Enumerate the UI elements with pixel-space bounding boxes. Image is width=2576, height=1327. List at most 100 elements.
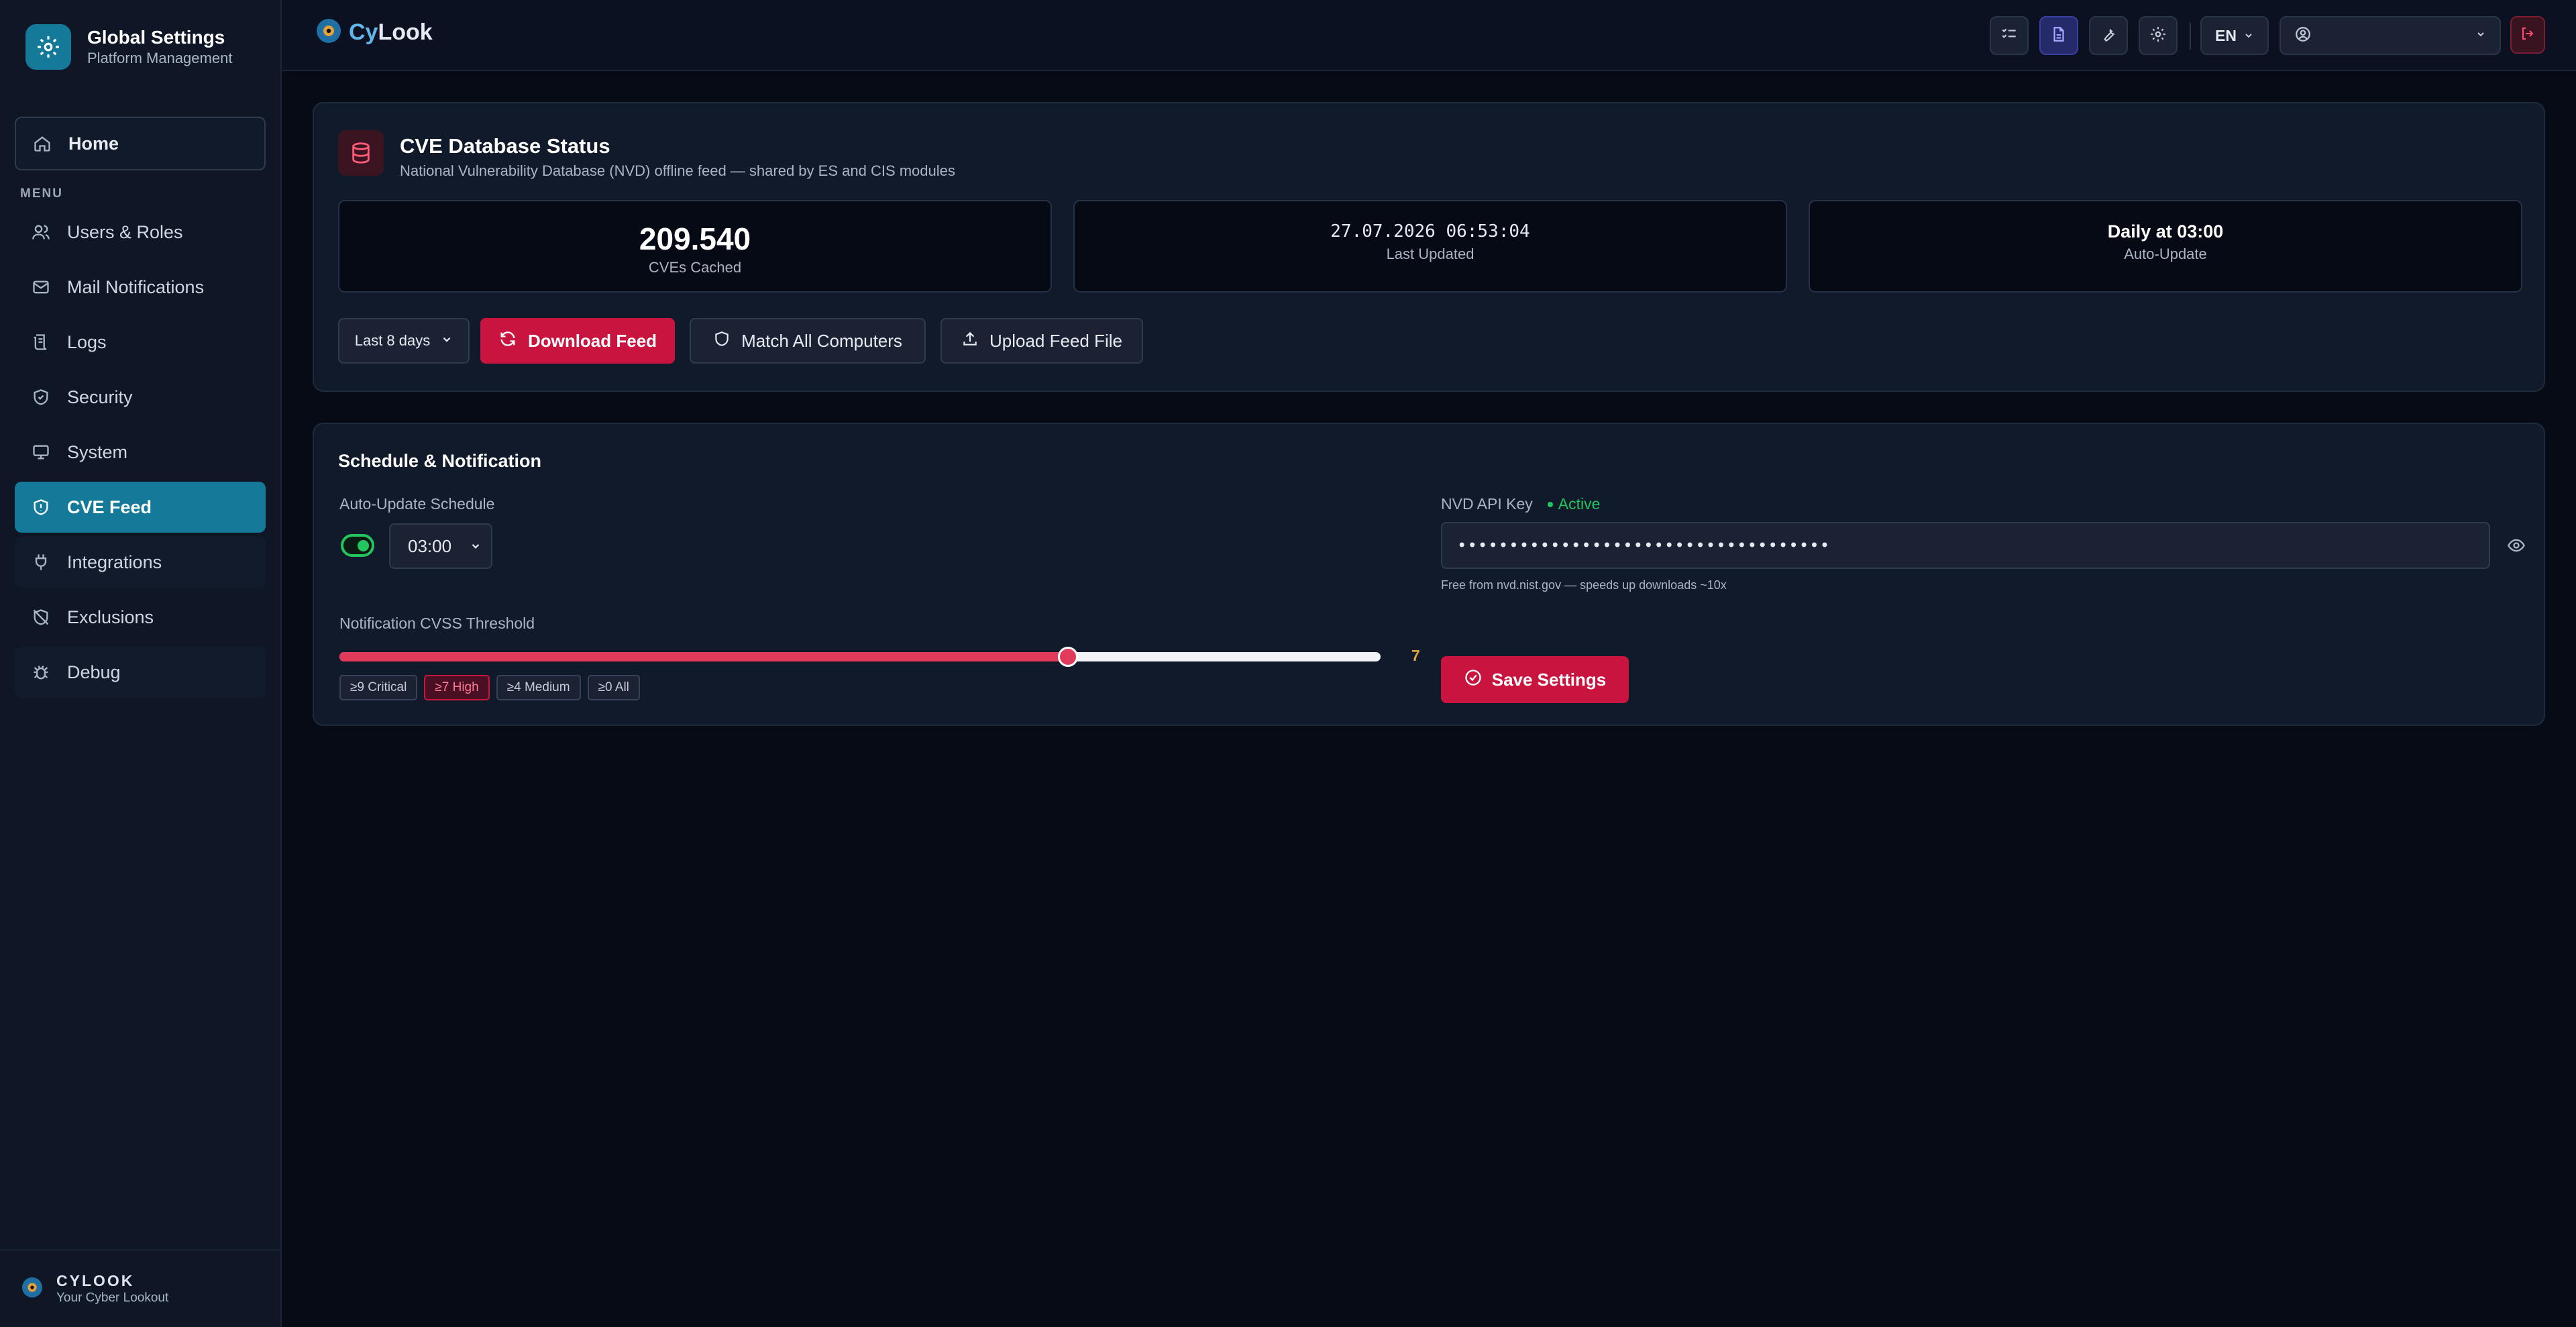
sidebar-item-label: Users & Roles xyxy=(67,221,183,242)
checklist-icon xyxy=(2000,25,2018,46)
sidebar-item-label: Exclusions xyxy=(67,606,154,627)
schedule-time-select[interactable]: 03:00 xyxy=(389,523,492,569)
app-logo-text: CyLook xyxy=(349,19,433,46)
download-feed-label: Download Feed xyxy=(527,330,657,351)
cylook-logo-icon xyxy=(313,15,345,50)
sidebar-item-cve-feed[interactable]: CVE Feed xyxy=(15,482,266,533)
preset-critical-button[interactable]: ≥9 Critical xyxy=(339,675,418,700)
language-select[interactable]: EN xyxy=(2200,16,2269,55)
sidebar-item-users-roles[interactable]: Users & Roles xyxy=(15,207,266,258)
nvd-api-key-label: NVD API Key xyxy=(1441,495,1533,513)
match-all-computers-label: Match All Computers xyxy=(741,330,902,351)
stat-label: Last Updated xyxy=(1386,246,1474,262)
shield-icon xyxy=(713,330,731,352)
topbar: CyLook EN xyxy=(282,0,2576,71)
refresh-icon xyxy=(498,329,517,353)
save-settings-button[interactable]: Save Settings xyxy=(1441,656,1629,703)
logo-text-cy: Cy xyxy=(349,19,378,45)
upload-feed-file-label: Upload Feed File xyxy=(989,330,1122,351)
preset-high-button[interactable]: ≥7 High xyxy=(424,675,490,700)
chevron-down-icon xyxy=(470,536,482,557)
logo-text-look: Look xyxy=(378,19,433,45)
shield-off-icon xyxy=(31,607,51,627)
status-dot-icon xyxy=(1547,501,1553,507)
cylook-logo-icon xyxy=(19,1274,46,1304)
cvss-threshold-slider-fill xyxy=(339,652,1069,661)
app-logo[interactable]: CyLook xyxy=(313,15,433,50)
bug-icon xyxy=(31,662,51,682)
stat-last-updated: 27.07.2026 06:53:04 Last Updated xyxy=(1073,200,1787,293)
document-icon xyxy=(2050,25,2068,46)
eye-icon[interactable] xyxy=(2505,535,2528,555)
user-menu-select[interactable] xyxy=(2279,16,2501,55)
home-icon xyxy=(32,134,52,154)
auto-update-toggle[interactable] xyxy=(341,534,374,557)
menu-section-label: MENU xyxy=(20,187,63,201)
sidebar-item-mail-notifications[interactable]: Mail Notifications xyxy=(15,262,266,313)
save-settings-label: Save Settings xyxy=(1491,669,1607,690)
language-value: EN xyxy=(2215,26,2237,44)
cvss-threshold-slider-thumb[interactable] xyxy=(1058,647,1079,667)
wrench-icon xyxy=(2100,25,2117,46)
card-title: Schedule & Notification xyxy=(338,451,542,471)
mail-icon xyxy=(31,277,51,297)
sidebar-footer-subtitle: Your Cyber Lookout xyxy=(56,1291,169,1305)
stat-label: Auto-Update xyxy=(2124,246,2207,262)
logout-button[interactable] xyxy=(2510,16,2545,54)
range-select-value: Last 8 days xyxy=(354,332,431,349)
sidebar-item-label: System xyxy=(67,441,128,462)
sidebar-item-label: Debug xyxy=(67,661,121,682)
monitor-icon xyxy=(31,442,51,462)
shield-icon xyxy=(31,387,51,407)
range-select[interactable]: Last 8 days xyxy=(338,318,470,364)
settings-button[interactable] xyxy=(2139,16,2178,55)
sidebar-item-label: Mail Notifications xyxy=(67,276,205,297)
tools-button[interactable] xyxy=(2089,16,2128,55)
sidebar-brand-title: Global Settings xyxy=(87,27,225,48)
sidebar-footer: CYLOOK Your Cyber Lookout xyxy=(0,1249,280,1327)
nvd-api-key-input[interactable] xyxy=(1441,522,2490,569)
sidebar-item-security[interactable]: Security xyxy=(15,372,266,423)
gear-icon xyxy=(25,24,71,70)
upload-feed-file-button[interactable]: Upload Feed File xyxy=(941,318,1143,364)
sidebar-item-home[interactable]: Home xyxy=(15,117,266,170)
stat-cves-cached: 209.540 CVEs Cached xyxy=(338,200,1052,293)
cvss-presets: ≥9 Critical ≥7 High ≥4 Medium ≥0 All xyxy=(339,675,640,700)
chevron-down-icon xyxy=(441,332,453,350)
cvss-threshold-label: Notification CVSS Threshold xyxy=(339,615,535,632)
cvss-threshold-slider-track[interactable] xyxy=(339,652,1381,661)
download-feed-button[interactable]: Download Feed xyxy=(480,318,675,364)
sidebar-footer-title: CYLOOK xyxy=(56,1272,135,1289)
upload-icon xyxy=(961,330,979,352)
sidebar-item-logs[interactable]: Logs xyxy=(15,317,266,368)
cvss-threshold-value: 7 xyxy=(1411,647,1420,664)
schedule-time-value: 03:00 xyxy=(408,535,452,556)
cve-database-status-card: CVE Database Status National Vulnerabili… xyxy=(313,102,2545,392)
api-key-help-text: Free from nvd.nist.gov — speeds up downl… xyxy=(1441,578,1727,592)
stat-value: 209.540 xyxy=(639,221,751,256)
sidebar-item-label: Logs xyxy=(67,331,107,352)
check-circle-icon xyxy=(1464,668,1483,692)
sidebar-brand-subtitle: Platform Management xyxy=(87,50,233,66)
sidebar-item-label: Security xyxy=(67,386,133,407)
sidebar-item-exclusions[interactable]: Exclusions xyxy=(15,592,266,643)
schedule-notification-card: Schedule & Notification Auto-Update Sche… xyxy=(313,423,2545,726)
sidebar-item-system[interactable]: System xyxy=(15,427,266,478)
api-key-status-badge: Active xyxy=(1547,495,1600,513)
stat-value: 27.07.2026 06:53:04 xyxy=(1330,221,1530,242)
stat-label: CVEs Cached xyxy=(648,259,742,276)
document-button[interactable] xyxy=(2039,16,2078,55)
preset-all-button[interactable]: ≥0 All xyxy=(587,675,640,700)
sidebar-item-debug[interactable]: Debug xyxy=(15,647,266,698)
logs-icon xyxy=(31,332,51,352)
chevron-down-icon xyxy=(2243,27,2254,45)
database-icon xyxy=(338,130,384,176)
sidebar-brand: Global Settings Platform Management xyxy=(25,24,232,70)
match-all-computers-button[interactable]: Match All Computers xyxy=(690,318,926,364)
topbar-divider xyxy=(2190,23,2191,50)
chevron-down-icon xyxy=(2475,29,2486,43)
checklist-button[interactable] xyxy=(1990,16,2029,55)
gear-icon xyxy=(2149,25,2167,46)
preset-medium-button[interactable]: ≥4 Medium xyxy=(496,675,581,700)
sidebar-item-integrations[interactable]: Integrations xyxy=(15,537,266,588)
